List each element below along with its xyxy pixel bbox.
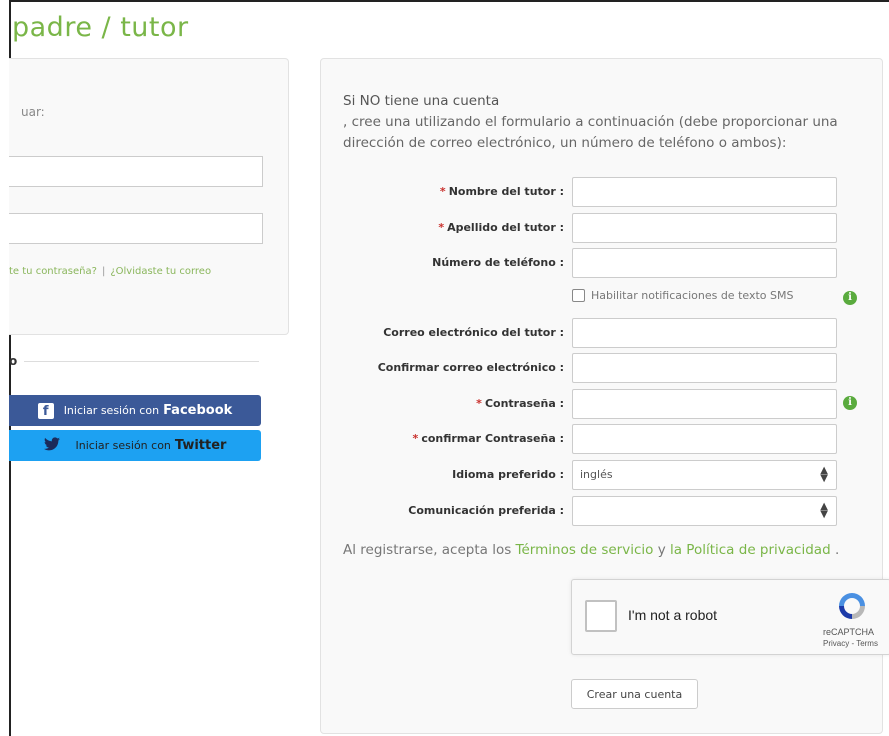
confirm-email-input[interactable] xyxy=(572,353,837,383)
username-input[interactable] xyxy=(9,156,263,187)
first-name-label-text: Nombre del tutor : xyxy=(448,185,564,198)
communication-select[interactable]: ▲ ▼ xyxy=(572,496,837,526)
language-select-value: inglés xyxy=(580,468,613,481)
recaptcha-widget: I'm not a robot reCAPTCHA Privacy - Term… xyxy=(571,579,889,655)
first-name-input[interactable] xyxy=(572,177,837,207)
links-separator: | xyxy=(101,266,106,277)
or-divider-text: o xyxy=(9,354,18,368)
facebook-login-button[interactable]: f Iniciar sesión con Facebook xyxy=(9,395,261,426)
login-links: te tu contraseña? | ¿Olvidaste tu correo xyxy=(9,266,211,277)
twitter-icon xyxy=(43,437,60,454)
select-arrows-icon: ▲ ▼ xyxy=(820,465,828,484)
privacy-policy-link[interactable]: la Política de privacidad xyxy=(670,542,831,558)
terms-and: y xyxy=(657,542,666,558)
language-label: Idioma preferido : xyxy=(452,468,564,481)
facebook-button-prefix: Iniciar sesión con xyxy=(63,404,160,417)
window-top-border xyxy=(0,0,889,2)
or-divider-line xyxy=(24,361,259,362)
required-marker: * xyxy=(439,185,446,198)
twitter-login-button[interactable]: Iniciar sesión con Twitter xyxy=(9,430,261,461)
language-select[interactable]: inglés ▲ ▼ xyxy=(572,460,837,490)
terms-prefix: Al registrarse, acepta los xyxy=(343,542,512,558)
required-marker: * xyxy=(412,432,419,445)
page-title: padre / tutor xyxy=(12,12,189,43)
communication-label: Comunicación preferida : xyxy=(408,504,564,517)
last-name-label: * Apellido del tutor : xyxy=(438,221,564,234)
forgot-email-link[interactable]: ¿Olvidaste tu correo xyxy=(110,266,211,277)
checkbox-icon[interactable] xyxy=(572,289,585,302)
password-info-icon[interactable]: i xyxy=(843,396,857,410)
register-intro-heading: Si NO tiene una cuenta xyxy=(343,93,500,109)
last-name-input[interactable] xyxy=(572,213,837,243)
twitter-button-prefix: Iniciar sesión con xyxy=(75,439,171,452)
password-label-text: Contraseña : xyxy=(484,397,564,410)
last-name-label-text: Apellido del tutor : xyxy=(447,221,564,234)
required-marker: * xyxy=(476,397,482,410)
confirm-email-label: Confirmar correo electrónico : xyxy=(377,361,564,374)
register-password-input[interactable] xyxy=(572,389,837,419)
terms-text: Al registrarse, acepta los Términos de s… xyxy=(343,542,839,558)
password-input[interactable] xyxy=(9,213,263,244)
recaptcha-label: I'm not a robot xyxy=(628,607,718,623)
recaptcha-legal-links[interactable]: Privacy - Terms xyxy=(823,639,878,648)
required-marker: * xyxy=(438,221,445,234)
confirm-password-label-text: confirmar Contraseña : xyxy=(421,432,564,445)
email-label: Correo electrónico del tutor : xyxy=(383,326,564,339)
confirm-password-input[interactable] xyxy=(572,424,837,454)
recaptcha-checkbox[interactable] xyxy=(585,600,617,632)
forgot-password-link[interactable]: te tu contraseña? xyxy=(9,266,97,277)
twitter-button-brand: Twitter xyxy=(174,438,227,453)
info-icon[interactable]: i xyxy=(843,291,857,305)
login-prompt: uar: xyxy=(21,105,45,119)
terms-of-service-link[interactable]: Términos de servicio xyxy=(516,542,654,558)
email-input[interactable] xyxy=(572,318,837,348)
facebook-button-brand: Facebook xyxy=(163,403,233,418)
confirm-password-label: * confirmar Contraseña : xyxy=(413,432,564,445)
register-intro-text: , cree una utilizando el formulario a co… xyxy=(343,114,838,151)
select-arrows-icon: ▲ ▼ xyxy=(820,501,828,520)
facebook-icon: f xyxy=(37,402,54,419)
terms-suffix: . xyxy=(834,542,840,558)
recaptcha-logo-icon xyxy=(839,593,865,619)
sms-label: Habilitar notificaciones de texto SMS xyxy=(591,289,794,302)
phone-label: Número de teléfono : xyxy=(432,256,564,269)
login-card: uar: te tu contraseña? | ¿Olvidaste tu cor… xyxy=(9,58,289,335)
first-name-label: * Nombre del tutor : xyxy=(440,185,564,198)
recaptcha-brand: reCAPTCHA xyxy=(823,627,875,637)
register-card: Si NO tiene una cuenta , cree una utiliz… xyxy=(320,58,889,734)
password-label: * Contraseña : xyxy=(476,397,564,410)
sms-notifications-option[interactable]: Habilitar notificaciones de texto SMS xyxy=(572,289,793,302)
phone-input[interactable] xyxy=(572,248,837,278)
create-account-button[interactable]: Crear una cuenta xyxy=(571,679,698,709)
register-intro: Si NO tiene una cuenta , cree una utiliz… xyxy=(343,91,868,154)
